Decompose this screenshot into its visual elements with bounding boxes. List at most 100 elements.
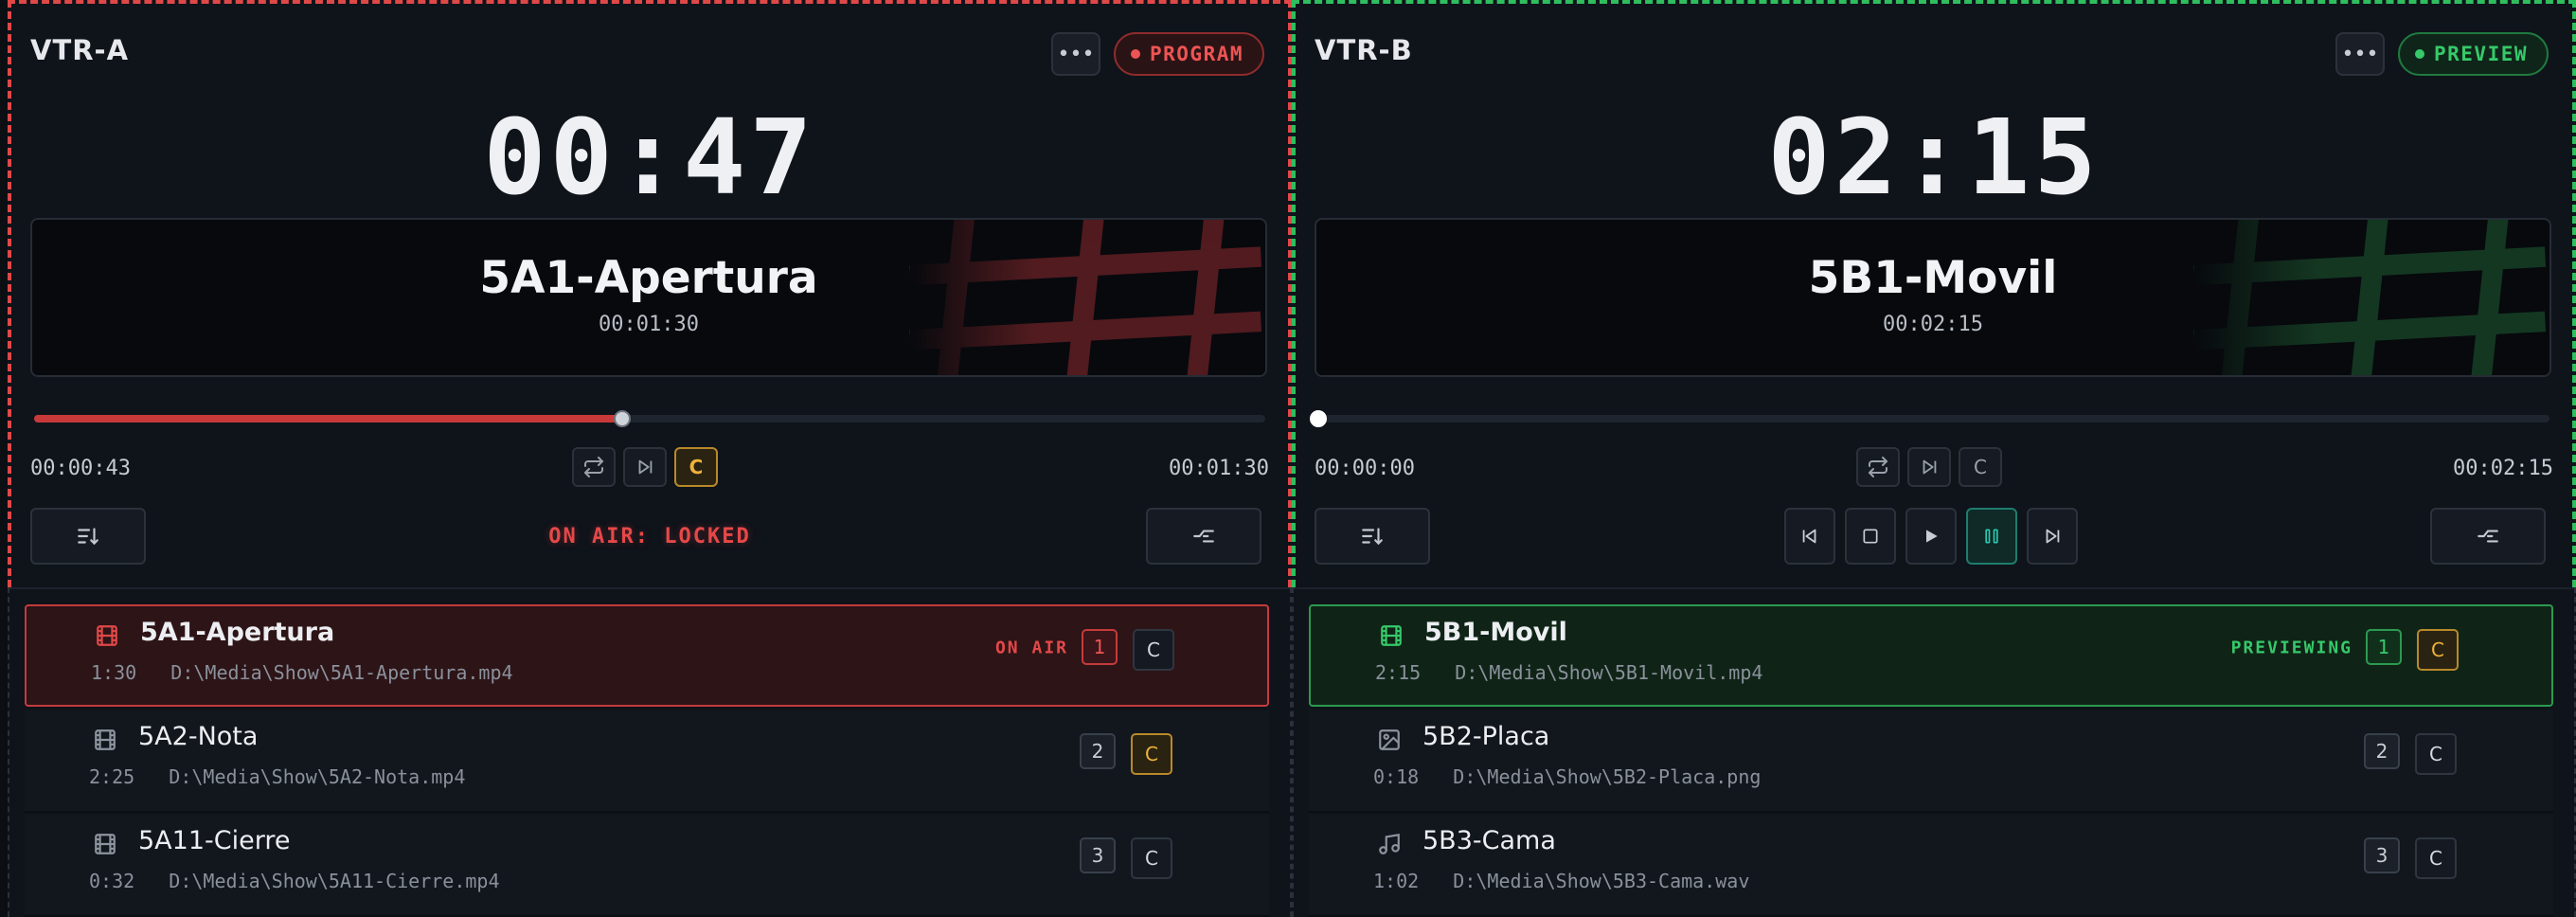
clip-name: 5A2-Nota — [138, 722, 259, 751]
clip-duration: 1:02 — [1373, 870, 1420, 892]
loop-button[interactable] — [572, 447, 616, 487]
playback-progress-slider[interactable] — [34, 410, 1265, 427]
clip-index-badge: 3 — [1080, 837, 1116, 873]
clip-path: D:\Media\Show\5B2-Placa.png — [1453, 765, 1762, 788]
progress-knob[interactable] — [614, 410, 632, 427]
vtr-b-panel: VTR-B ••• PREVIEW 02:15 5B1-Movil 00:02:… — [1292, 0, 2576, 917]
skip-next-icon — [2046, 529, 2060, 544]
clip-index-badge: 2 — [1080, 733, 1116, 769]
film-icon — [95, 729, 116, 750]
previewing-status: PREVIEWING — [2230, 638, 2352, 658]
cue-c-toggle[interactable]: C — [2415, 837, 2457, 879]
skip-next-icon — [638, 459, 653, 475]
play-button[interactable] — [1905, 508, 1957, 565]
clip-index-badge: 2 — [2364, 733, 2400, 769]
film-icon — [95, 834, 116, 854]
list-separator — [8, 587, 1292, 589]
left-divider — [8, 587, 9, 917]
image-icon — [1379, 729, 1400, 750]
cue-c-toggle[interactable]: C — [1133, 629, 1174, 671]
current-clip-card: 5B1-Movil 00:02:15 — [1315, 218, 2551, 377]
sort-button[interactable] — [1315, 508, 1430, 565]
clip-name: 5A11-Cierre — [138, 826, 291, 855]
on-air-status: ON AIR — [994, 638, 1068, 658]
total-time: 00:01:30 — [1169, 457, 1269, 480]
clip-meta: 0:32 D:\Media\Show\5A11-Cierre.mp4 — [89, 870, 500, 892]
playlist-row-3[interactable]: 5B3-Cama 1:02 D:\Media\Show\5B3-Cama.wav… — [1309, 815, 2553, 917]
cue-c-toggle[interactable]: C — [1131, 837, 1172, 879]
transfer-button[interactable] — [2430, 508, 2546, 565]
cue-c-toggle[interactable]: C — [2415, 733, 2457, 775]
clip-index-badge: 1 — [2366, 629, 2402, 665]
merge-icon — [1193, 530, 1214, 543]
next-cue-button[interactable] — [623, 447, 667, 487]
playlist-row-3[interactable]: 5A11-Cierre 0:32 D:\Media\Show\5A11-Cier… — [25, 815, 1269, 917]
cue-c-button[interactable]: C — [1959, 447, 2002, 487]
vtr-a-panel: VTR-A ••• PROGRAM 00:47 5A1-Apertura 00:… — [8, 0, 1292, 917]
progress-fill — [34, 415, 623, 423]
elapsed-time: 00:00:00 — [1315, 457, 1415, 480]
preview-badge: PREVIEW — [2398, 32, 2549, 76]
pause-button[interactable] — [1966, 508, 2017, 565]
clip-name: 5B2-Placa — [1422, 722, 1550, 751]
next-cue-button[interactable] — [1907, 447, 1951, 487]
skip-previous-icon — [1802, 529, 1816, 544]
more-icon: ••• — [2341, 42, 2379, 66]
film-icon — [1381, 625, 1402, 646]
clip-meta: 2:15 D:\Media\Show\5B1-Movil.mp4 — [1375, 661, 1762, 684]
clip-index-badge: 3 — [2364, 837, 2400, 873]
go-to-end-button[interactable] — [2027, 508, 2078, 565]
vtr-title: VTR-A — [30, 34, 130, 66]
clip-duration: 0:32 — [89, 870, 135, 892]
list-separator — [1292, 587, 2576, 589]
current-clip-duration: 00:02:15 — [1883, 313, 1983, 336]
playlist-row-1[interactable]: 5B1-Movil 2:15 D:\Media\Show\5B1-Movil.m… — [1309, 604, 2553, 707]
clip-path: D:\Media\Show\5A2-Nota.mp4 — [169, 765, 466, 788]
stop-button[interactable] — [1845, 508, 1896, 565]
film-icon — [97, 625, 117, 646]
badge-label: PREVIEW — [2434, 43, 2529, 65]
playlist-row-2[interactable]: 5B2-Placa 0:18 D:\Media\Show\5B2-Placa.p… — [1309, 710, 2553, 813]
current-clip-duration: 00:01:30 — [599, 313, 699, 336]
more-icon: ••• — [1057, 42, 1095, 66]
clip-name: 5A1-Apertura — [140, 618, 335, 647]
left-divider — [1292, 587, 1294, 917]
go-to-start-button[interactable] — [1784, 508, 1835, 565]
vtr-title: VTR-B — [1315, 34, 1413, 66]
music-icon — [1379, 833, 1400, 854]
cue-c-button[interactable]: C — [674, 447, 718, 487]
stop-icon — [1863, 529, 1878, 544]
loop-icon — [584, 457, 603, 477]
loop-button[interactable] — [1856, 447, 1900, 487]
clip-duration: 2:15 — [1375, 661, 1422, 684]
play-icon — [1926, 530, 1938, 543]
dual-vtr-stage: VTR-A ••• PROGRAM 00:47 5A1-Apertura 00:… — [0, 0, 2576, 917]
more-options-button[interactable]: ••• — [1051, 32, 1100, 76]
playback-progress-slider[interactable] — [1310, 410, 2549, 427]
clip-path: D:\Media\Show\5A11-Cierre.mp4 — [169, 870, 500, 892]
clip-duration: 1:30 — [91, 661, 137, 684]
program-badge: PROGRAM — [1114, 32, 1265, 76]
skip-next-icon — [1923, 459, 1937, 475]
playlist-row-1[interactable]: 5A1-Apertura 1:30 D:\Media\Show\5A1-Aper… — [25, 604, 1269, 707]
cue-c-toggle[interactable]: C — [2417, 629, 2459, 671]
sort-icon — [1362, 528, 1383, 546]
badge-label: PROGRAM — [1150, 43, 1244, 65]
progress-knob[interactable] — [1310, 410, 1327, 427]
playlist-row-2[interactable]: 5A2-Nota 2:25 D:\Media\Show\5A2-Nota.mp4… — [25, 710, 1269, 813]
total-time: 00:02:15 — [2453, 457, 2553, 480]
loop-icon — [1869, 457, 1887, 477]
current-clip-name: 5A1-Apertura — [479, 252, 818, 304]
clip-duration: 2:25 — [89, 765, 135, 788]
cue-c-toggle[interactable]: C — [1131, 733, 1172, 775]
clip-meta: 2:25 D:\Media\Show\5A2-Nota.mp4 — [89, 765, 465, 788]
pause-icon — [1985, 529, 1998, 544]
current-clip-name: 5B1-Movil — [1808, 252, 2058, 304]
current-clip-card: 5A1-Apertura 00:01:30 — [30, 218, 1267, 377]
clip-name: 5B3-Cama — [1422, 826, 1556, 855]
clip-path: D:\Media\Show\5B1-Movil.mp4 — [1455, 661, 1763, 684]
transfer-button[interactable] — [1146, 508, 1261, 565]
clip-path: D:\Media\Show\5B3-Cama.wav — [1453, 870, 1750, 892]
more-options-button[interactable]: ••• — [2335, 32, 2385, 76]
clip-name: 5B1-Movil — [1424, 618, 1567, 647]
